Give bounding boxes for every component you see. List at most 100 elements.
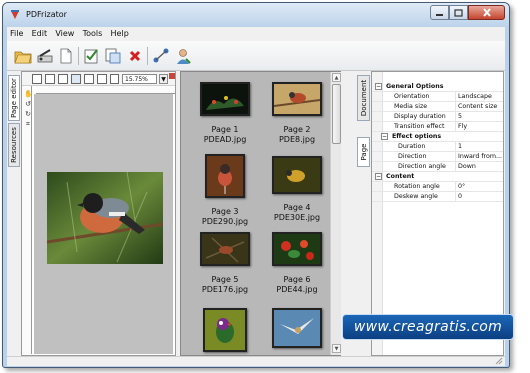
property-row[interactable]: Direction Inward from... [372,152,503,162]
horizontal-ruler [36,86,175,94]
property-value[interactable]: Down [455,162,503,171]
property-row[interactable]: Display duration 5 [372,112,503,122]
collapse-icon[interactable]: − [375,173,382,180]
close-pane-icon[interactable] [169,73,175,79]
thumbnail-file-label: PDE8.jpg [278,135,316,144]
properties-icon[interactable] [83,47,101,65]
thumbnail-page-label: Page 2 [283,125,311,134]
zoom-icon[interactable] [110,74,119,84]
image-icon[interactable] [97,74,107,84]
thumbnail-item[interactable] [195,308,255,361]
select-icon[interactable] [71,74,81,84]
thumbnail-image [272,156,322,194]
resize-grip-icon[interactable] [495,357,503,365]
new-page-icon[interactable] [57,47,75,65]
thumbnail-page-label: Page 5 [211,275,239,284]
page-editor-toolbar: 15.75% ▼ [22,72,175,86]
crop-tool-icon[interactable]: ⌗ [24,120,32,128]
thumbnail-item[interactable]: Page 1 PDEAD.jpg [195,82,255,145]
property-row[interactable]: Deskew angle 0 [372,192,503,202]
thumbnail-item[interactable]: Page 6 PDE44.jpg [267,232,327,295]
menu-bar: File Edit View Tools Help [7,27,505,41]
status-bar [7,356,505,366]
grid-icon[interactable] [58,74,68,84]
zoom-dropdown-button[interactable]: ▼ [159,74,168,84]
hand-tool-icon[interactable]: ✋ [24,90,33,98]
tab-document-label: Document [359,79,368,117]
tab-page[interactable]: Page [357,137,370,167]
minimize-button[interactable] [430,5,449,20]
property-value[interactable]: Content size [455,102,503,111]
fit-width-icon[interactable] [45,74,55,84]
category-effect-options[interactable]: − Effect options [372,132,503,142]
tab-document[interactable]: Document [357,75,370,121]
thumbnail-page-label: Page 6 [283,275,311,284]
page-canvas[interactable] [34,94,173,354]
thumbnail-image [203,308,247,352]
fit-page-icon[interactable] [32,74,42,84]
category-general-options[interactable]: − General Options [372,82,503,92]
property-value[interactable]: 1 [455,142,503,151]
zoom-input[interactable]: 15.75% [122,74,157,84]
collapse-icon[interactable]: − [381,133,388,140]
maximize-button[interactable] [449,5,468,20]
thumbnail-file-label: PDE176.jpg [201,285,249,294]
thumbnail-item[interactable]: Page 2 PDE8.jpg [267,82,327,145]
menu-file[interactable]: File [7,27,26,38]
rotate-left-icon[interactable]: ↺ [24,100,32,108]
tab-page-label: Page [359,143,368,161]
rotate-right-icon[interactable]: ↻ [24,110,32,118]
title-bar[interactable]: PDFrizator [3,3,509,27]
export-icon[interactable] [104,47,122,65]
property-key: Duration [398,143,426,150]
close-button[interactable] [468,5,505,20]
menu-edit[interactable]: Edit [29,27,51,38]
thumbnail-image [272,308,322,348]
property-row[interactable]: Rotation angle 0° [372,182,503,192]
thumbnail-item[interactable] [267,308,327,357]
menu-view[interactable]: View [52,27,77,38]
thumbnail-panel[interactable]: Page 1 PDEAD.jpg Page 2 PDE8.jpg Page 3 … [180,71,341,356]
thumbnail-file-label: PDEAD.jpg [203,135,247,144]
property-row[interactable]: Direction angle Down [372,162,503,172]
thumbnail-item[interactable]: Page 4 PDE30E.jpg [267,156,327,223]
editor-side-tools: ✋ ↺ ↻ ⌗ [22,86,34,130]
thumbnail-scrollbar[interactable]: ▲ ▼ [330,72,341,355]
thumbnail-item[interactable]: Page 5 PDE176.jpg [195,232,255,295]
thumbnail-file-label: PDE290.jpg [201,217,249,226]
property-key: Direction [398,153,427,160]
scroll-up-button[interactable]: ▲ [332,73,341,82]
thumbnail-image [200,82,250,116]
property-row[interactable]: Media size Content size [372,102,503,112]
tab-page-editor[interactable]: Page editor [8,75,20,121]
category-content[interactable]: − Content [372,172,503,182]
text-icon[interactable] [84,74,94,84]
property-row[interactable]: Duration 1 [372,142,503,152]
property-value[interactable]: Inward from... [455,152,503,161]
collapse-icon[interactable]: − [375,83,382,90]
property-row[interactable]: Transition effect Fly [372,122,503,132]
property-value[interactable]: Landscape [455,92,503,101]
property-value[interactable]: 5 [455,112,503,121]
tab-resources[interactable]: Resources [8,123,20,167]
user-icon[interactable] [174,47,192,65]
window-title: PDFrizator [26,10,67,19]
menu-help[interactable]: Help [108,27,132,38]
delete-icon[interactable] [126,47,144,65]
property-key: Orientation [394,93,430,100]
property-row[interactable]: Orientation Landscape [372,92,503,102]
property-value[interactable]: Fly [455,122,503,131]
open-folder-icon[interactable] [14,47,32,65]
left-tab-strip: Page editor Resources [7,71,20,356]
thumbnail-item[interactable]: Page 3 PDE290.jpg [195,154,255,227]
menu-tools[interactable]: Tools [80,27,106,38]
toolbar-separator [78,47,79,65]
page-editor-pane: 15.75% ▼ ✋ ↺ ↻ ⌗ [21,71,176,356]
property-value[interactable]: 0 [455,192,503,201]
scroll-down-button[interactable]: ▼ [332,344,341,353]
thumbnail-image [272,232,322,266]
scroll-thumb[interactable] [332,84,341,144]
share-icon[interactable] [152,47,170,65]
property-value[interactable]: 0° [455,182,503,191]
scanner-icon[interactable] [36,47,54,65]
